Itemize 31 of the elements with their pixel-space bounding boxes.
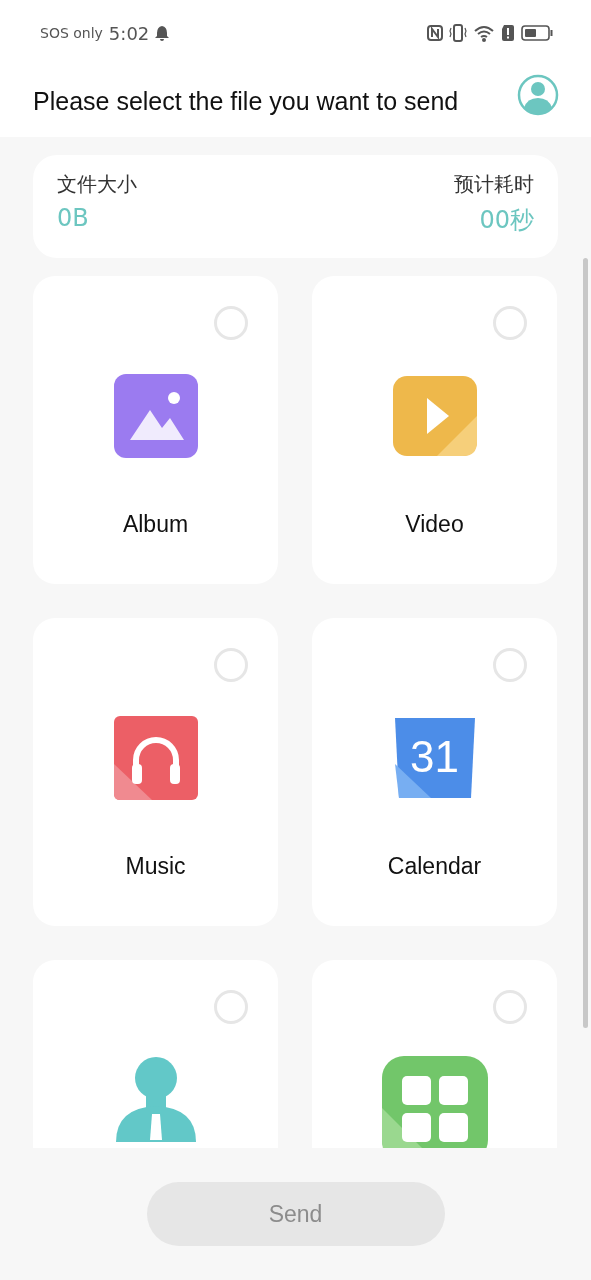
- category-card[interactable]: 31 Calendar: [312, 618, 557, 926]
- user-avatar-icon[interactable]: [517, 74, 559, 116]
- headphones-icon: [111, 714, 200, 802]
- category-label: Album: [122, 511, 189, 538]
- select-radio[interactable]: [214, 648, 248, 682]
- select-radio[interactable]: [493, 990, 527, 1024]
- vibrate-icon: [449, 24, 467, 42]
- select-radio[interactable]: [214, 990, 248, 1024]
- size-label: 文件大小: [57, 171, 137, 198]
- category-card[interactable]: Music: [33, 618, 278, 926]
- carrier-text: SOS only: [40, 25, 103, 41]
- battery-icon: [521, 25, 553, 41]
- clock: 5:02: [108, 22, 150, 44]
- time-value: 00秒: [479, 205, 534, 236]
- category-card[interactable]: Video: [312, 276, 557, 584]
- size-value: 0B: [57, 204, 89, 232]
- select-radio[interactable]: [493, 306, 527, 340]
- page-title: Please select the file you want to send: [33, 87, 459, 116]
- category-label: Video: [405, 511, 464, 538]
- wifi-icon: [473, 24, 495, 42]
- category-card[interactable]: Album: [33, 276, 278, 584]
- image-icon: [111, 372, 200, 460]
- apps-grid-icon: [381, 1056, 488, 1148]
- category-label: Music: [125, 853, 186, 880]
- sim-alert-icon: [501, 24, 515, 42]
- nfc-icon: [427, 25, 443, 41]
- time-label: 预计耗时: [454, 171, 534, 198]
- select-radio[interactable]: [214, 306, 248, 340]
- category-label: Calendar: [387, 853, 482, 880]
- bell-icon: [155, 25, 170, 41]
- select-radio[interactable]: [493, 648, 527, 682]
